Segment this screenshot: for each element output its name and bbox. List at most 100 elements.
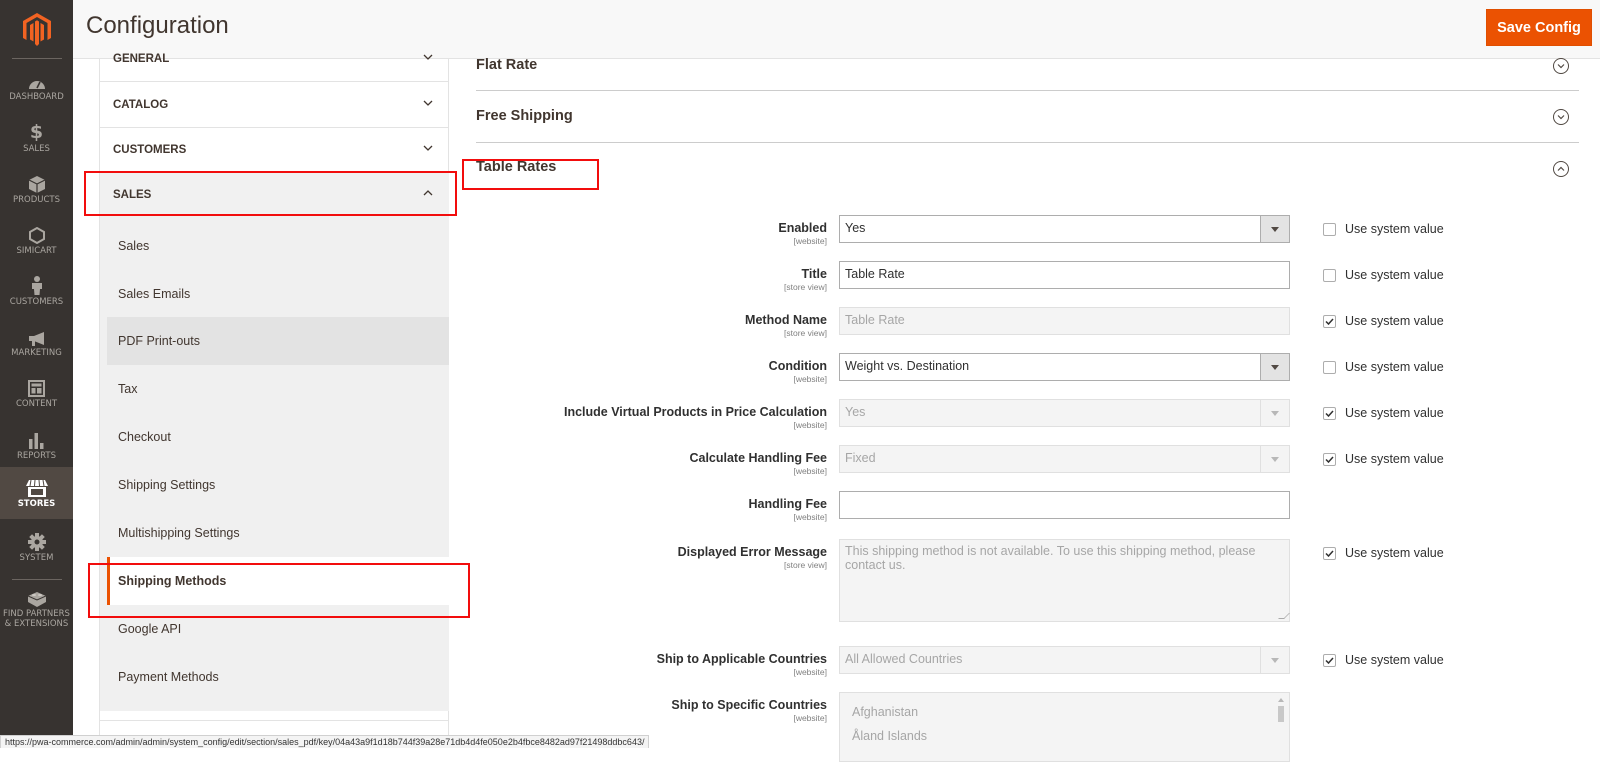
field-scope: [website] [793,667,827,677]
title-input[interactable]: Table Rate [839,261,1290,289]
tab-item-multishipping-settings[interactable]: Multishipping Settings [107,509,449,557]
resize-handle-icon[interactable] [1278,613,1290,619]
checkbox[interactable] [1323,222,1336,236]
use-system-value-checkbox[interactable]: Use system value [1323,222,1444,236]
calculate-handling-fee-select[interactable]: Fixed [839,445,1290,473]
bar-chart-icon [28,429,45,449]
checkbox-checked[interactable] [1323,452,1336,466]
checkbox[interactable] [1323,268,1336,282]
tab-item-sales-emails[interactable]: Sales Emails [107,270,449,318]
collapse-circle-icon[interactable] [1553,161,1569,177]
use-system-value-checkbox[interactable]: Use system value [1323,452,1444,466]
option[interactable]: Åland Islands [852,724,1277,748]
field-scope: [website] [793,713,827,723]
chevron-down-icon [423,145,433,151]
tab-group-label: SALES [113,188,152,201]
tab-item-shipping-settings[interactable]: Shipping Settings [107,461,449,509]
tab-item-google-api[interactable]: Google API [107,605,449,653]
nav-item-sales[interactable]: $ SALES [0,112,73,164]
nav-item-find-partners[interactable]: FIND PARTNERS & EXTENSIONS [0,580,73,636]
field-scope: [store view] [784,328,827,338]
expand-circle-icon[interactable] [1553,109,1569,125]
box-icon [28,173,45,193]
checkbox-checked[interactable] [1323,546,1336,560]
hexagon-icon [28,224,45,244]
tab-item-sales[interactable]: Sales [107,222,449,270]
brick-icon [27,587,46,607]
section-free-shipping[interactable]: Free Shipping [476,91,1579,143]
nav-label: SIMICART [16,246,57,256]
nav-label: SYSTEM [19,553,54,563]
field-scope: [website] [793,512,827,522]
nav-label: & EXTENSIONS [4,619,69,629]
nav-item-stores[interactable]: STORES [0,467,73,519]
use-system-value-checkbox[interactable]: Use system value [1323,546,1444,560]
section-table-rates[interactable]: Table Rates [476,143,1579,195]
nav-label: MARKETING [11,348,62,358]
tab-group-catalog[interactable]: CATALOG [100,83,449,128]
field-scope: [store view] [784,282,827,292]
magento-logo-icon[interactable] [0,0,73,58]
person-icon [31,275,43,295]
nav-item-system[interactable]: SYSTEM [0,521,73,573]
check-icon [1325,549,1334,557]
nav-label: FIND PARTNERS [3,609,70,619]
section-flat-rate[interactable]: Flat Rate [476,49,1579,91]
nav-item-products[interactable]: PRODUCTS [0,163,73,215]
nav-item-content[interactable]: CONTENT [0,367,73,419]
tab-group-sales[interactable]: SALES [100,173,449,216]
tab-item-shipping-methods[interactable]: Shipping Methods [107,557,449,605]
nav-item-simicart[interactable]: SIMICART [0,214,73,266]
enabled-select[interactable]: Yes [839,215,1290,243]
use-system-value-checkbox[interactable]: Use system value [1323,268,1444,282]
tab-item-checkout[interactable]: Checkout [107,413,449,461]
nav-label: STORES [17,499,56,509]
nav-divider [12,58,62,59]
section-title: Flat Rate [476,57,538,73]
nav-item-customers[interactable]: CUSTOMERS [0,265,73,317]
nav-item-marketing[interactable]: MARKETING [0,316,73,368]
use-system-value-checkbox[interactable]: Use system value [1323,406,1444,420]
tab-item-tax[interactable]: Tax [107,365,449,413]
check-icon [1325,317,1334,325]
field-scope: [website] [793,236,827,246]
checkbox[interactable] [1323,360,1336,374]
tab-item-payment-methods[interactable]: Payment Methods [107,653,449,701]
tab-group-general[interactable]: GENERAL [100,37,449,82]
admin-nav: DASHBOARD $ SALES PRODUCTS SIMICART CUST… [0,0,73,748]
status-bar-url: https://pwa-commerce.com/admin/admin/sys… [0,735,650,748]
save-config-button[interactable]: Save Config [1486,9,1592,46]
storefront-icon [25,477,48,497]
option[interactable]: Afghanistan [852,700,1277,724]
checkbox-checked[interactable] [1323,653,1336,667]
expand-circle-icon[interactable] [1553,58,1569,74]
tab-group-customers[interactable]: CUSTOMERS [100,128,449,173]
field-label: Handling Fee [website] [748,497,827,522]
use-system-value-checkbox[interactable]: Use system value [1323,360,1444,374]
sales-subitems: Sales Sales Emails PDF Print-outs Tax Ch… [100,216,449,711]
scrollbar[interactable] [1277,697,1285,759]
chevron-down-icon [423,54,433,60]
tab-item-pdf-printouts[interactable]: PDF Print-outs [107,317,449,365]
checkbox-checked[interactable] [1323,314,1336,328]
error-message-textarea[interactable]: This shipping method is not available. T… [839,539,1290,622]
config-tabs: GENERAL CATALOG CUSTOMERS SALES Sales Sa… [99,53,449,748]
use-system-value-checkbox[interactable]: Use system value [1323,653,1444,667]
handling-fee-input[interactable] [839,491,1290,519]
check-icon [1325,455,1334,463]
specific-countries-multiselect[interactable]: Afghanistan Åland Islands [839,692,1290,762]
applicable-countries-select[interactable]: All Allowed Countries [839,646,1290,674]
nav-item-reports[interactable]: REPORTS [0,419,73,471]
tab-group-label: CATALOG [113,99,169,111]
use-system-value-checkbox[interactable]: Use system value [1323,314,1444,328]
field-label: Title [store view] [784,267,827,292]
megaphone-icon [28,326,46,346]
method-name-input[interactable]: Table Rate [839,307,1290,335]
checkbox-checked[interactable] [1323,406,1336,420]
gear-icon [27,531,46,551]
section-title: Table Rates [476,159,557,175]
include-virtual-products-select[interactable]: Yes [839,399,1290,427]
condition-select[interactable]: Weight vs. Destination [839,353,1290,381]
field-label: Ship to Applicable Countries [website] [656,652,827,677]
nav-item-dashboard[interactable]: DASHBOARD [0,60,73,112]
